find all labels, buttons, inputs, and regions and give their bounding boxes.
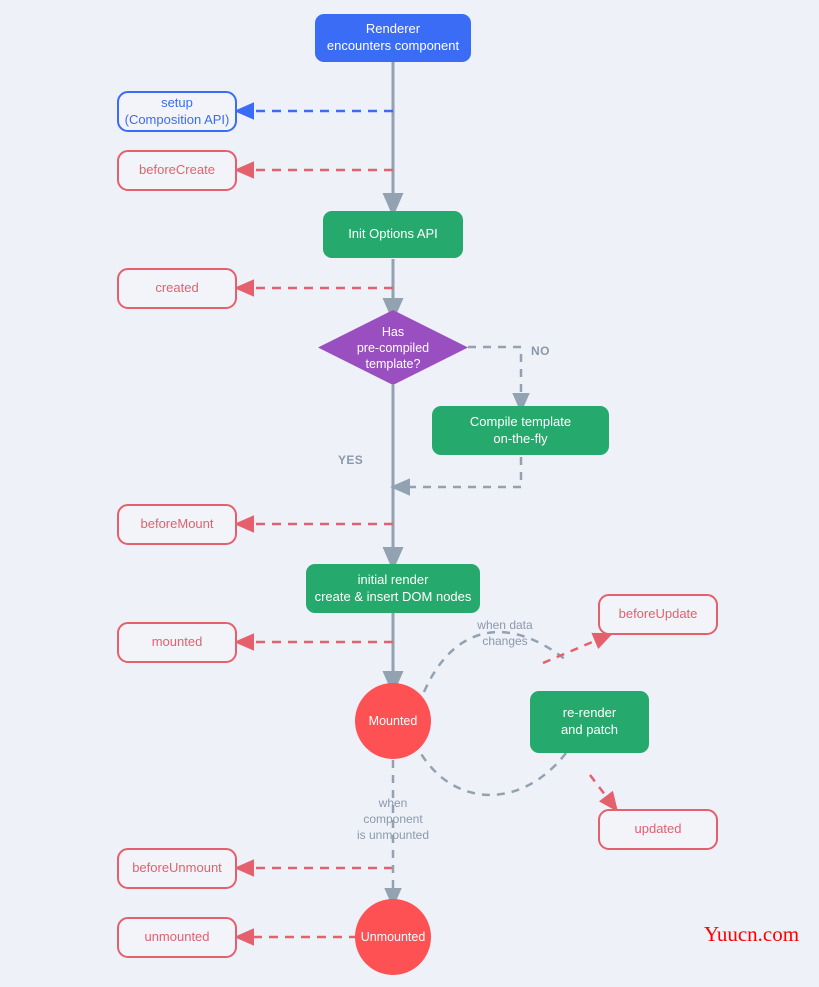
edge-label-when-data-changes: when data changes (477, 618, 533, 648)
node-before-update: beforeUpdate (598, 594, 718, 635)
node-setup-composition-api: setup (Composition API) (117, 91, 237, 132)
node-unmounted-state: Unmounted (355, 899, 431, 975)
lifecycle-diagram-canvas: Renderer encounters component setup (Com… (0, 0, 819, 987)
node-re-render-and-patch: re-render and patch (530, 691, 649, 753)
node-mounted-hook: mounted (117, 622, 237, 663)
node-decision-precompiled-template: Has pre-compiled template? (318, 310, 468, 385)
node-compile-template: Compile template on-the-fly (432, 406, 609, 455)
node-before-mount: beforeMount (117, 504, 237, 545)
node-before-unmount: beforeUnmount (117, 848, 237, 889)
edge-label-yes: YES (338, 453, 364, 467)
edge-label-when-component-unmounted: when component is unmounted (356, 796, 430, 842)
node-mounted-state: Mounted (355, 683, 431, 759)
node-created: created (117, 268, 237, 309)
edge-label-no: NO (531, 344, 550, 358)
node-renderer: Renderer encounters component (315, 14, 471, 62)
node-initial-render: initial render create & insert DOM nodes (306, 564, 480, 613)
node-unmounted-hook: unmounted (117, 917, 237, 958)
node-updated: updated (598, 809, 718, 850)
node-before-create: beforeCreate (117, 150, 237, 191)
watermark: Yuucn.com (704, 922, 800, 946)
node-init-options-api: Init Options API (323, 211, 463, 258)
